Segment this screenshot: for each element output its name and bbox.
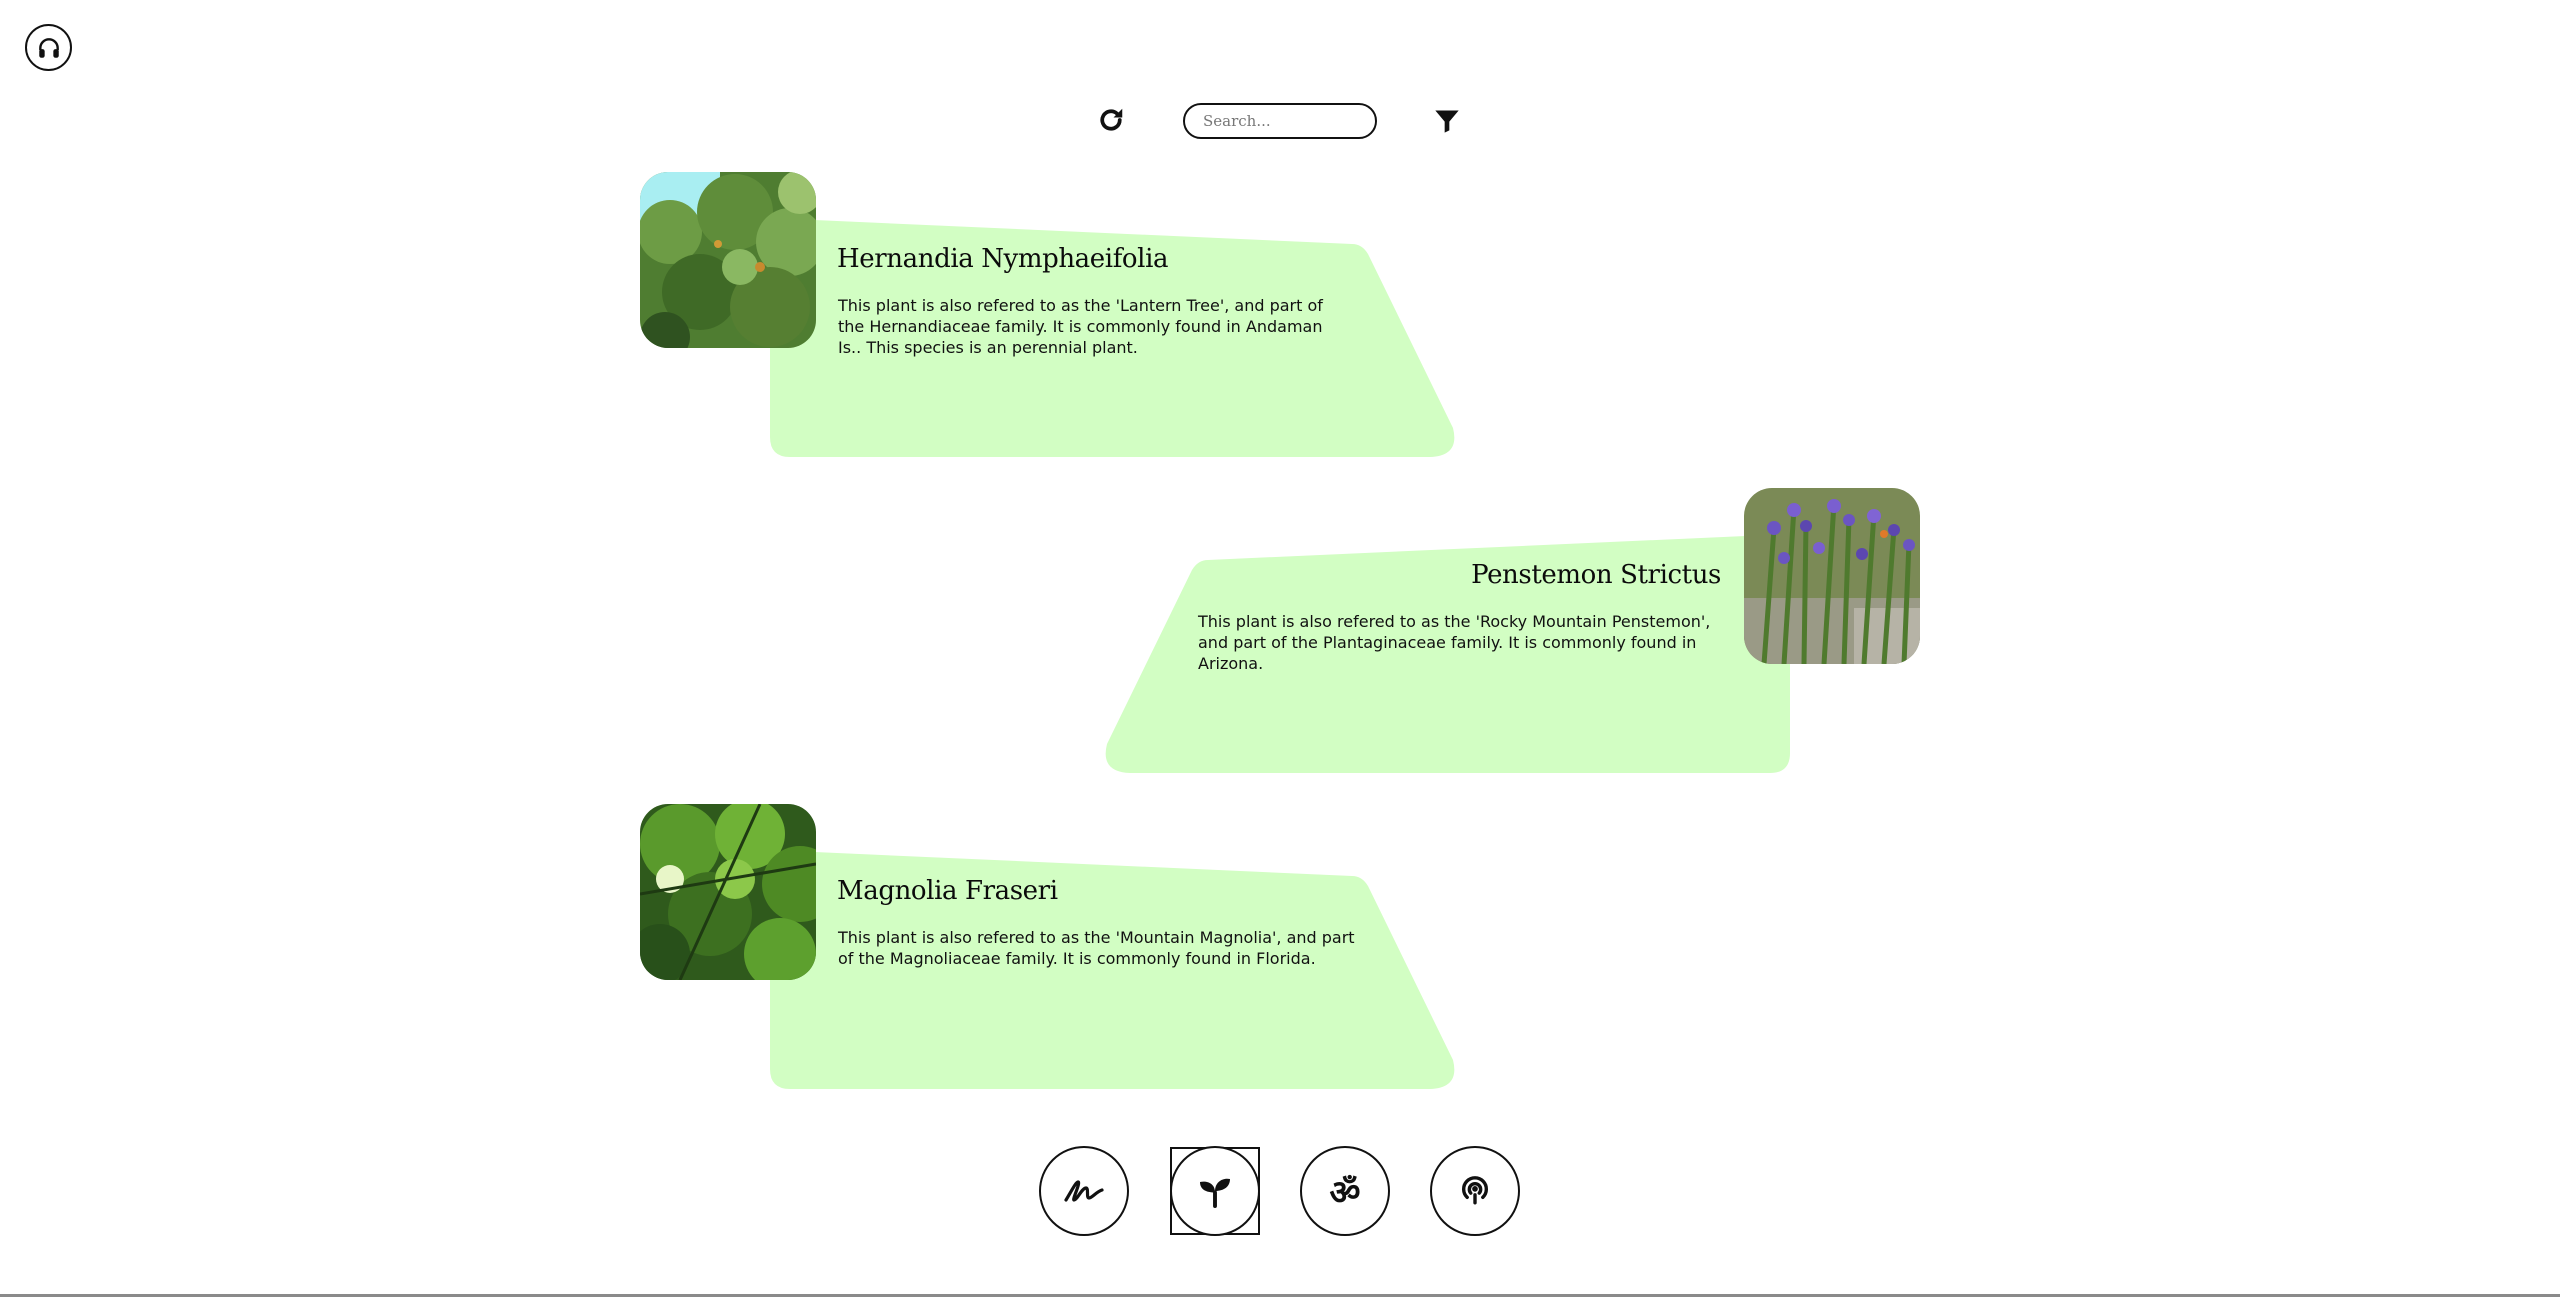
plant-name: Hernandia Nymphaeifolia	[837, 244, 1169, 274]
search-input[interactable]	[1183, 103, 1377, 139]
nav-button-signature[interactable]	[1039, 1146, 1129, 1236]
podcast-icon	[1462, 1176, 1488, 1205]
plant-name: Penstemon Strictus	[1471, 560, 1721, 590]
om-icon: ॐ	[1329, 1173, 1361, 1213]
nav-button-podcast[interactable]	[1430, 1146, 1520, 1236]
refresh-button[interactable]	[1095, 104, 1127, 136]
sprout-icon	[1200, 1178, 1230, 1208]
nav-button-meditation[interactable]: ॐ	[1300, 1146, 1390, 1236]
plant-card[interactable]: Penstemon Strictus This plant is also re…	[1100, 488, 1920, 778]
plant-description: This plant is also refered to as the 'La…	[838, 296, 1323, 357]
plant-description: This plant is also refered to as the 'Ro…	[1198, 612, 1711, 673]
filter-icon	[1435, 110, 1459, 133]
plant-photo	[640, 804, 816, 980]
headphones-icon	[38, 37, 59, 58]
plant-photo	[1744, 488, 1920, 664]
refresh-icon	[1100, 108, 1123, 131]
signature-icon	[1064, 1180, 1104, 1202]
nav-button-plants[interactable]	[1170, 1146, 1260, 1236]
plant-photo	[640, 172, 816, 348]
plant-name: Magnolia Fraseri	[837, 876, 1058, 906]
audio-button[interactable]	[25, 24, 72, 71]
plant-description: This plant is also refered to as the 'Mo…	[838, 928, 1355, 968]
plant-card[interactable]: Hernandia Nymphaeifolia This plant is al…	[640, 172, 1460, 462]
filter-button[interactable]	[1432, 106, 1462, 136]
plant-card[interactable]: Magnolia Fraseri This plant is also refe…	[640, 804, 1460, 1094]
